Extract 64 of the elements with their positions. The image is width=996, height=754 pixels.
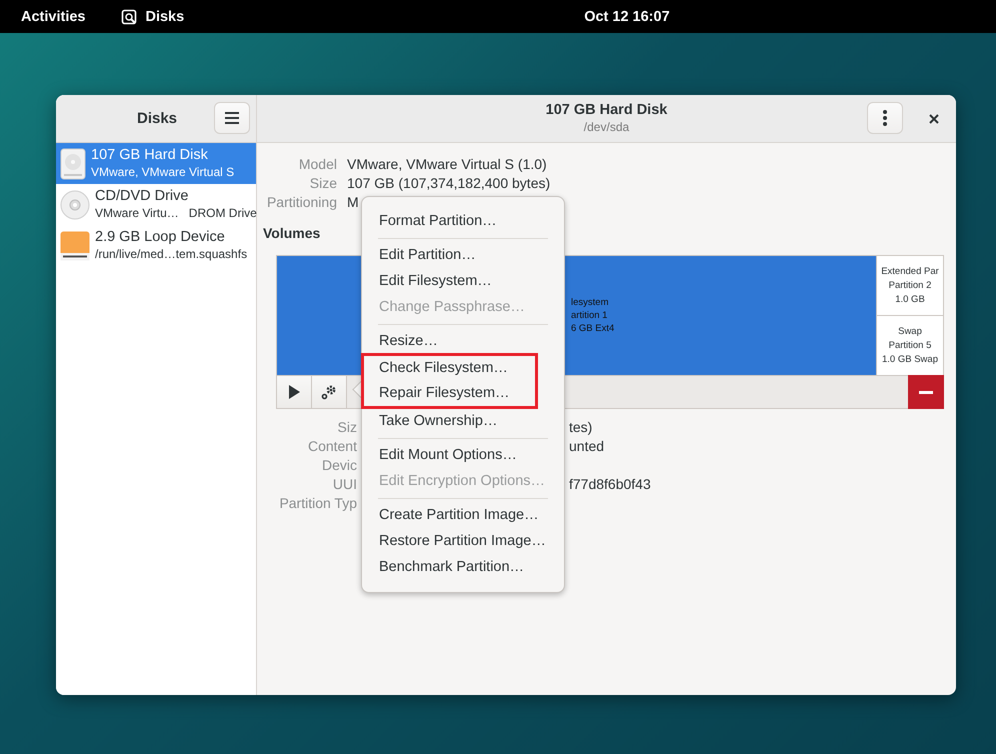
more-options-icon bbox=[883, 110, 887, 126]
detail-value: tes) bbox=[569, 418, 594, 437]
menu-item[interactable]: Create Partition Image… bbox=[362, 502, 564, 528]
detail-label: Siz bbox=[336, 418, 357, 437]
drive-name: CD/DVD Drive bbox=[95, 188, 190, 204]
detail-label: Devic bbox=[320, 456, 357, 475]
menu-item[interactable]: Edit Mount Options… bbox=[362, 442, 564, 468]
menu-icon bbox=[225, 112, 239, 124]
menu-item[interactable]: Take Ownership… bbox=[362, 408, 564, 434]
menu-item[interactable]: Edit Filesystem… bbox=[362, 268, 564, 294]
detail-value: f77d8f6b0f43 bbox=[569, 475, 651, 494]
partition-label: Partition 2 bbox=[888, 278, 932, 292]
delete-button[interactable] bbox=[908, 375, 944, 409]
mount-button[interactable] bbox=[277, 376, 312, 408]
menu-item[interactable]: Format Partition… bbox=[362, 208, 564, 234]
partition-label: lesystem bbox=[571, 296, 610, 309]
partition-label: 1.0 GB bbox=[895, 292, 925, 306]
drive-list-item[interactable]: 2.9 GB Loop Device /run/live/med…tem.squashfs bbox=[56, 225, 256, 266]
detail-value: VMware, VMware Virtual S (1.0) bbox=[347, 155, 548, 174]
detail-value: M bbox=[347, 193, 360, 212]
menu-item[interactable]: Benchmark Partition… bbox=[362, 554, 564, 580]
volumes-heading: Volumes bbox=[263, 224, 322, 243]
settings-button[interactable] bbox=[312, 376, 347, 408]
drive-name: 107 GB Hard Disk bbox=[91, 146, 209, 164]
activities-button[interactable]: Activities bbox=[21, 8, 86, 24]
clock[interactable]: Oct 12 16:07 bbox=[584, 8, 670, 24]
minus-icon bbox=[919, 390, 933, 394]
partition-segment[interactable]: Swap Partition 5 1.0 GB Swap bbox=[877, 315, 943, 375]
drive-description: VMware Virtu… DROM Drive bbox=[95, 204, 257, 222]
detail-value: unted bbox=[569, 437, 606, 456]
partition-label: 1.0 GB Swap bbox=[882, 352, 938, 366]
detail-label: Partitioning bbox=[266, 193, 337, 212]
drive-description: VMware, VMware Virtual S bbox=[91, 164, 234, 180]
drive-description: /run/live/med…tem.squashfs bbox=[95, 246, 248, 262]
menu-item[interactable]: Resize… bbox=[362, 328, 564, 354]
partition-label: 6 GB Ext4 bbox=[571, 322, 616, 335]
detail-value: 107 GB (107,374,182,400 bytes) bbox=[347, 174, 550, 193]
menu-item[interactable]: Repair Filesystem… bbox=[364, 381, 535, 406]
menu-button[interactable] bbox=[214, 102, 250, 134]
close-icon bbox=[929, 114, 939, 124]
drive-list-item[interactable]: 107 GB Hard Disk VMware, VMware Virtual S bbox=[56, 143, 256, 184]
optical-disc-icon bbox=[60, 190, 90, 220]
partition-label: artition 1 bbox=[571, 309, 608, 322]
partition-label: Extended Par bbox=[881, 264, 939, 278]
partition-label: Swap bbox=[898, 324, 922, 338]
partition-label: Partition 5 bbox=[888, 338, 932, 352]
detail-label: Model bbox=[298, 155, 337, 174]
detail-label: Content bbox=[306, 437, 357, 456]
detail-label: Partition Typ bbox=[278, 494, 357, 513]
disk-app-icon bbox=[121, 8, 138, 24]
drive-name: 2.9 GB Loop Device bbox=[95, 228, 226, 246]
more-options-button[interactable] bbox=[867, 102, 903, 134]
device-path: /dev/sda bbox=[584, 118, 630, 136]
drive-list-item[interactable]: CD/DVD Drive VMware Virtu… DROM Drive bbox=[56, 184, 256, 225]
sidebar-title: Disks bbox=[137, 110, 178, 127]
menu-item[interactable]: Restore Partition Image… bbox=[362, 528, 564, 554]
app-menu-label[interactable]: Disks bbox=[145, 8, 184, 24]
settings-icon bbox=[321, 384, 337, 400]
play-icon bbox=[288, 385, 300, 399]
loop-device-icon bbox=[60, 230, 90, 260]
detail-label: Size bbox=[308, 174, 337, 193]
drive-title: 107 GB Hard Disk bbox=[546, 102, 668, 118]
detail-label: UUI bbox=[332, 475, 357, 494]
partition-segment[interactable]: Extended Par Partition 2 1.0 GB bbox=[877, 256, 943, 315]
